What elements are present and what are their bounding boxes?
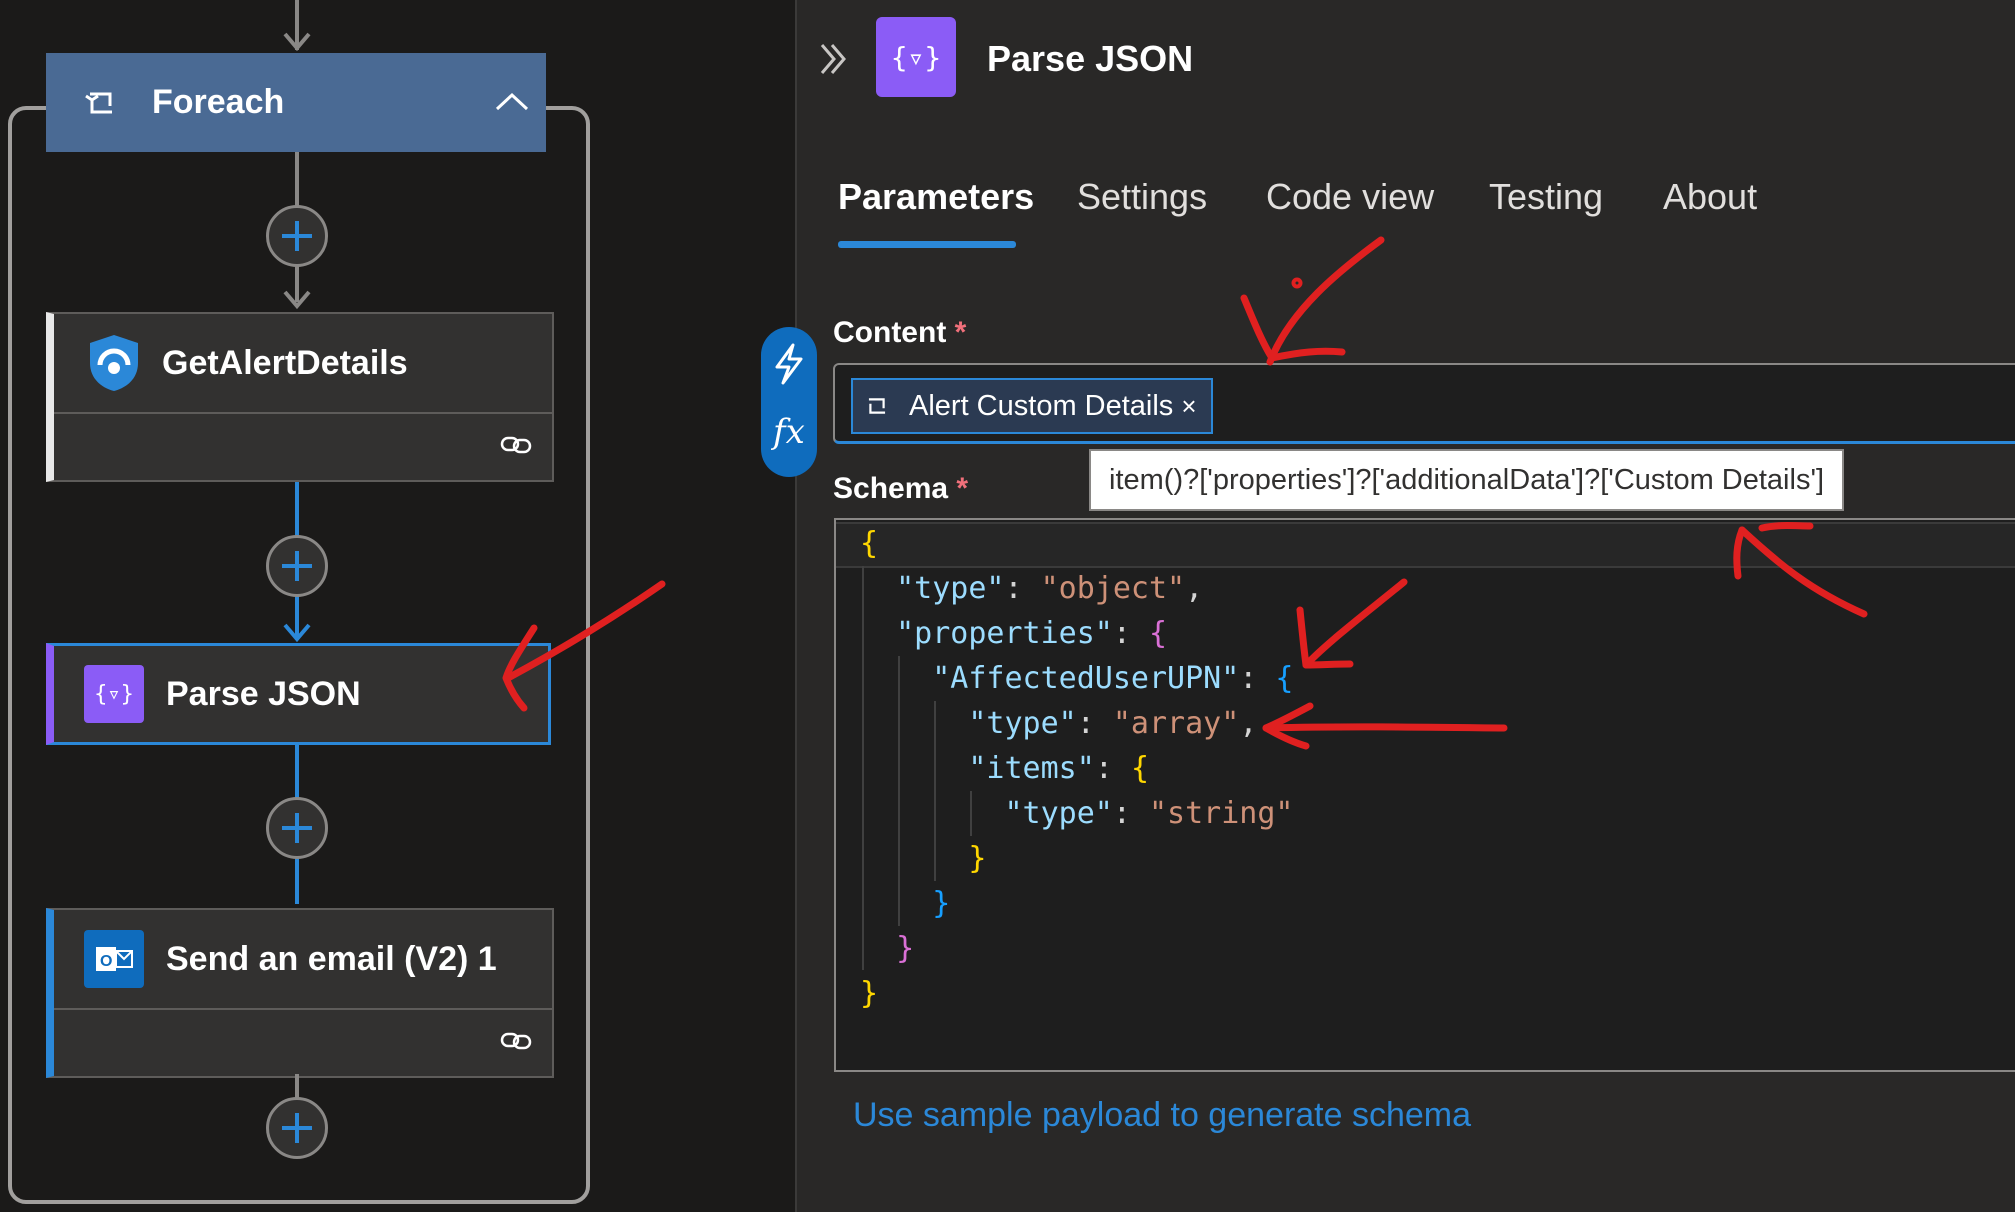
annotation-arrow (1266, 236, 1385, 366)
annotation-arrow (1240, 294, 1346, 362)
annotation-arrow (1758, 522, 1814, 532)
annotation-arrow (1296, 606, 1354, 669)
annotation-dot (1291, 277, 1303, 289)
annotation-arrow (1733, 526, 1746, 580)
annotation-arrow (1302, 578, 1408, 669)
annotation-arrow (1262, 723, 1508, 732)
annotation-overlay (502, 236, 1868, 750)
annotation-arrow (1738, 526, 1868, 618)
